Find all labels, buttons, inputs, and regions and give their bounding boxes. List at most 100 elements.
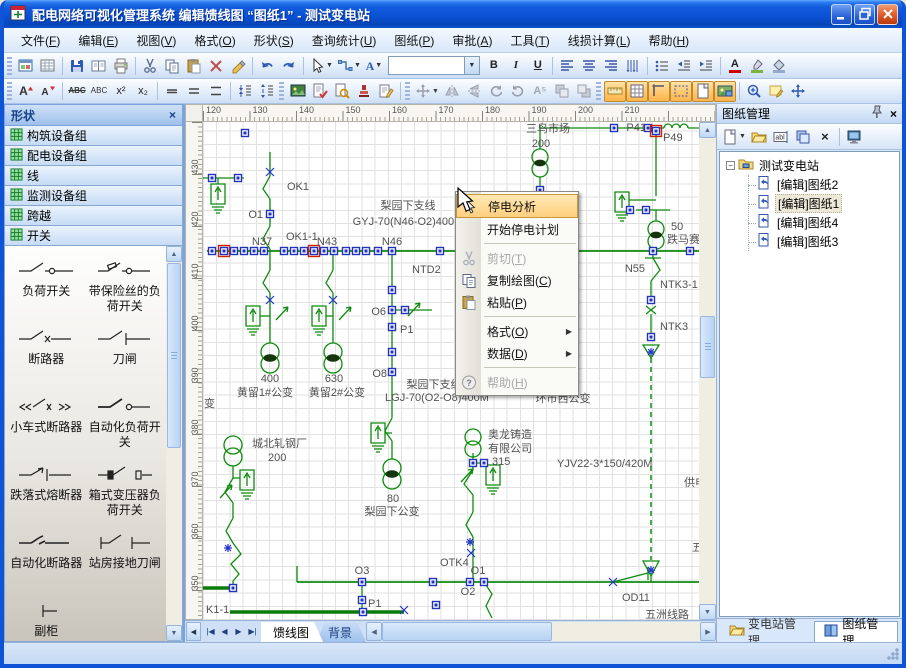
context-menu-item-5[interactable]: 复制绘图(C)	[456, 269, 578, 291]
tb1-save-button[interactable]	[66, 55, 88, 76]
menu-item-7[interactable]: 图纸(P)	[385, 29, 443, 52]
tb1-align-center-button[interactable]	[578, 55, 600, 76]
minimize-button[interactable]	[831, 4, 852, 25]
tree-item-sheet-2[interactable]: [编辑]图纸1	[722, 194, 897, 213]
shape-item-dls[interactable]: 跌落式熔断器	[7, 464, 86, 516]
menu-item-9[interactable]: 工具(T)	[501, 29, 558, 52]
menu-item-1[interactable]: 文件(F)	[12, 29, 69, 52]
shape-item-zddl[interactable]: 自动化断路器	[7, 532, 86, 584]
context-menu-item-8[interactable]: 格式(O)▶	[456, 320, 578, 342]
sheet-nav-3[interactable]: ▶	[232, 627, 245, 636]
tb2-rotate-left-button[interactable]	[485, 81, 507, 102]
scroll-up-icon[interactable]: ▲	[699, 122, 716, 138]
menu-item-8[interactable]: 审批(A)	[443, 29, 501, 52]
tree-root-substation[interactable]: −测试变电站	[722, 156, 897, 175]
title-bar[interactable]: 配电网络可视化管理系统 编辑馈线图 “图纸1” - 测试变电站	[4, 0, 902, 28]
shape-group-6[interactable]: 开关	[4, 226, 183, 246]
tb2-approve-button[interactable]	[309, 81, 331, 102]
tb2-annotate-button[interactable]	[765, 81, 787, 102]
shapes-close-icon[interactable]: ×	[169, 108, 176, 122]
close-icon[interactable]: ×	[890, 107, 897, 121]
tb1-bold-button[interactable]: B	[483, 55, 505, 76]
shape-group-1[interactable]: 构筑设备组	[4, 126, 183, 146]
tb2-find-doc-button[interactable]	[331, 81, 353, 102]
tb1-align-right-button[interactable]	[600, 55, 622, 76]
sheet-tab-1[interactable]: 馈线图	[261, 622, 323, 642]
shape-item-xc[interactable]: 小车式断路器	[7, 396, 86, 448]
close-button[interactable]	[877, 4, 898, 25]
menu-item-11[interactable]: 帮助(H)	[639, 29, 698, 52]
tree-item-sheet-3[interactable]: [编辑]图纸4	[722, 213, 897, 232]
tb1-paste-button[interactable]	[183, 55, 205, 76]
shape-item-bfh[interactable]: 带保险丝的负荷开关	[86, 260, 165, 312]
context-menu-item-2[interactable]: 开始停电计划	[456, 218, 578, 240]
tb2-flip-v-button[interactable]	[463, 81, 485, 102]
scrollbar-thumb[interactable]	[382, 622, 552, 641]
tb2-vspacing-2-button[interactable]	[256, 81, 278, 102]
pin-icon[interactable]	[869, 104, 885, 123]
menu-item-5[interactable]: 形状(S)	[245, 29, 303, 52]
resize-grip[interactable]	[886, 647, 899, 660]
tb2-subscript-button[interactable]: x₂	[132, 81, 154, 102]
context-menu-item-9[interactable]: 数据(D)▶	[456, 342, 578, 364]
tb1-highlight-button[interactable]	[746, 55, 768, 76]
diagram-canvas[interactable]: 三鸟市场200P41P49OK1O1OK1-1N37N43N46梨园下支线GYJ…	[203, 122, 699, 620]
shape-group-4[interactable]: 监测设备组	[4, 186, 183, 206]
tb1-underline-button[interactable]: U	[527, 55, 549, 76]
sheet-nav-1[interactable]: |◀	[204, 627, 217, 636]
dp-monitor-button[interactable]	[843, 126, 865, 147]
dp-delete-x-button[interactable]: ×	[814, 126, 836, 147]
shape-item-fhkg[interactable]: 负荷开关	[7, 260, 86, 312]
tree-item-sheet-1[interactable]: [编辑]图纸2	[722, 175, 897, 194]
shape-group-2[interactable]: 配电设备组	[4, 146, 183, 166]
restore-button[interactable]	[854, 4, 875, 25]
tb2-ruler-button[interactable]	[604, 81, 626, 102]
tb2-rotate-right-button[interactable]	[507, 81, 529, 102]
tb1-bullets-button[interactable]	[651, 55, 673, 76]
scroll-down-icon[interactable]: ▼	[699, 604, 716, 620]
tree-item-sheet-4[interactable]: [编辑]图纸3	[722, 232, 897, 251]
tb2-text-rotate-button[interactable]: A⁵	[529, 81, 551, 102]
tb2-abc-button[interactable]: ABC	[88, 81, 110, 102]
font-combo-input[interactable]	[389, 57, 464, 74]
shape-item-xsb[interactable]: 箱式变压器负荷开关	[86, 464, 165, 516]
scroll-up-icon[interactable]: ▲	[166, 246, 182, 262]
panel-tab-2[interactable]: 图纸管理	[814, 621, 898, 642]
tb2-bring-front-button[interactable]	[551, 81, 573, 102]
dp-open-folder-button[interactable]	[748, 126, 770, 147]
scroll-right-icon[interactable]: ▶	[700, 622, 716, 641]
scrollbar-thumb[interactable]	[700, 316, 715, 378]
tb1-pointer-button[interactable]: ▼	[307, 55, 335, 76]
tb2-vspacing-1-button[interactable]	[234, 81, 256, 102]
shape-item-dlq[interactable]: 断路器	[7, 328, 86, 380]
tb1-connector-button[interactable]: ▼	[335, 55, 363, 76]
chevron-down-icon[interactable]: ▼	[464, 57, 479, 74]
tb2-shrink-font-button[interactable]: A	[37, 81, 59, 102]
toolbar-grip[interactable]	[279, 82, 284, 100]
scroll-left-icon[interactable]: ◀	[366, 622, 382, 641]
tb1-outdent-button[interactable]	[673, 55, 695, 76]
tb2-zoom-fit-button[interactable]	[743, 81, 765, 102]
tb2-edit-doc-button[interactable]	[375, 81, 397, 102]
tb1-datasheet-button[interactable]	[37, 55, 59, 76]
tb1-redo-button[interactable]	[278, 55, 300, 76]
toolbar-grip[interactable]	[405, 82, 410, 100]
tb1-align-left-button[interactable]	[556, 55, 578, 76]
tb2-page-break-button[interactable]	[692, 81, 714, 102]
tb1-delete-button[interactable]	[205, 55, 227, 76]
tb2-move-button[interactable]	[787, 81, 809, 102]
sheet-nav-2[interactable]: ◀	[218, 627, 231, 636]
shape-group-5[interactable]: 跨越	[4, 206, 183, 226]
tb2-stamp-button[interactable]	[353, 81, 375, 102]
tb2-grid-button[interactable]	[626, 81, 648, 102]
tb2-grow-font-button[interactable]: A	[15, 81, 37, 102]
scrollbar-thumb[interactable]	[167, 263, 181, 448]
tb1-cut-button[interactable]	[139, 55, 161, 76]
shape-item-zfjd[interactable]: 站房接地刀闸	[86, 532, 165, 584]
canvas-hscrollbar[interactable]: ◀ ▶	[366, 622, 716, 641]
menu-item-10[interactable]: 线损计算(L)	[559, 29, 640, 52]
tb2-hspacing-1-button[interactable]	[161, 81, 183, 102]
shape-item-dz[interactable]: 刀闸	[86, 328, 165, 380]
tb1-preview-button[interactable]	[88, 55, 110, 76]
shapes-scrollbar[interactable]: ▲ ▼	[166, 246, 182, 641]
